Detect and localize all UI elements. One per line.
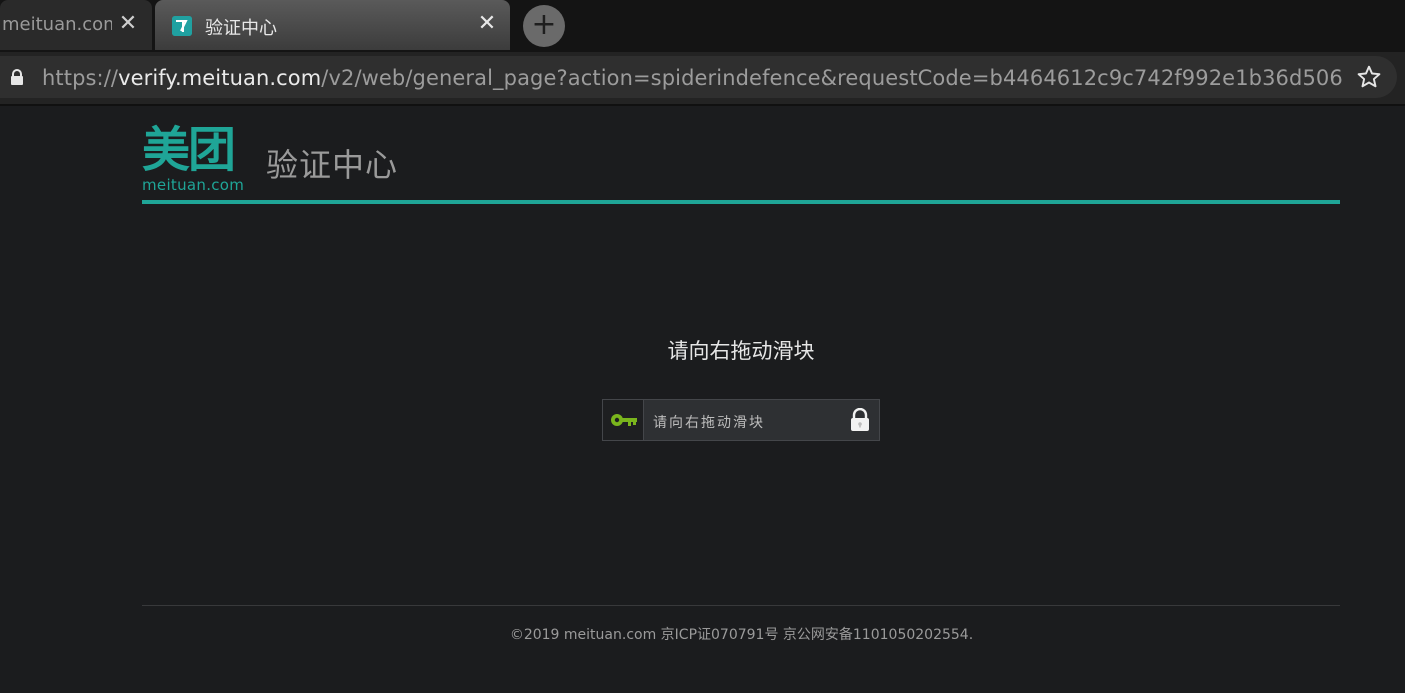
- verify-page: 美团 meituan.com 验证中心 请向右拖动滑块 请向右拖动滑块 ©201: [0, 108, 1405, 693]
- close-tab-icon[interactable]: ✕: [115, 11, 141, 37]
- footer-divider: [142, 605, 1340, 606]
- new-tab-button[interactable]: +: [523, 5, 565, 47]
- tab-verify-center[interactable]: 验证中心 ✕: [155, 0, 510, 50]
- site-header: 美团 meituan.com 验证中心: [142, 124, 1340, 204]
- close-tab-icon[interactable]: ✕: [474, 11, 500, 37]
- page-title: 验证中心: [266, 146, 399, 184]
- tab-title: 验证中心: [205, 18, 277, 39]
- lock-icon: [849, 407, 871, 436]
- bookmark-star-icon[interactable]: [1356, 64, 1382, 90]
- tab-strip: meituan.com ✕ 验证中心 ✕ +: [0, 0, 1405, 52]
- meituan-favicon-icon: [172, 16, 192, 36]
- key-icon: [611, 414, 637, 426]
- meituan-logo-domain: meituan.com: [142, 176, 245, 194]
- slider-prompt: 请向右拖动滑块: [667, 339, 815, 363]
- slider-handle[interactable]: [603, 400, 644, 440]
- url-host: verify.meituan.com: [118, 66, 322, 90]
- meituan-logo[interactable]: 美团: [142, 124, 242, 180]
- tab-meituan[interactable]: meituan.com ✕: [0, 0, 152, 50]
- lock-icon[interactable]: [10, 69, 24, 90]
- footer-copyright: ©2019 meituan.com 京ICP证070791号 京公网安备1101…: [509, 627, 974, 643]
- slider-label: 请向右拖动滑块: [653, 415, 765, 431]
- url-text[interactable]: https://verify.meituan.com/v2/web/genera…: [42, 66, 1342, 90]
- browser-toolbar: https://verify.meituan.com/v2/web/genera…: [0, 52, 1405, 106]
- slider-captcha[interactable]: 请向右拖动滑块: [602, 399, 880, 441]
- url-path: /v2/web/general_page?action=spiderindefe…: [321, 66, 1342, 90]
- url-scheme: https://: [42, 66, 119, 90]
- tab-title: meituan.com: [2, 14, 112, 35]
- address-bar[interactable]: https://verify.meituan.com/v2/web/genera…: [0, 56, 1397, 98]
